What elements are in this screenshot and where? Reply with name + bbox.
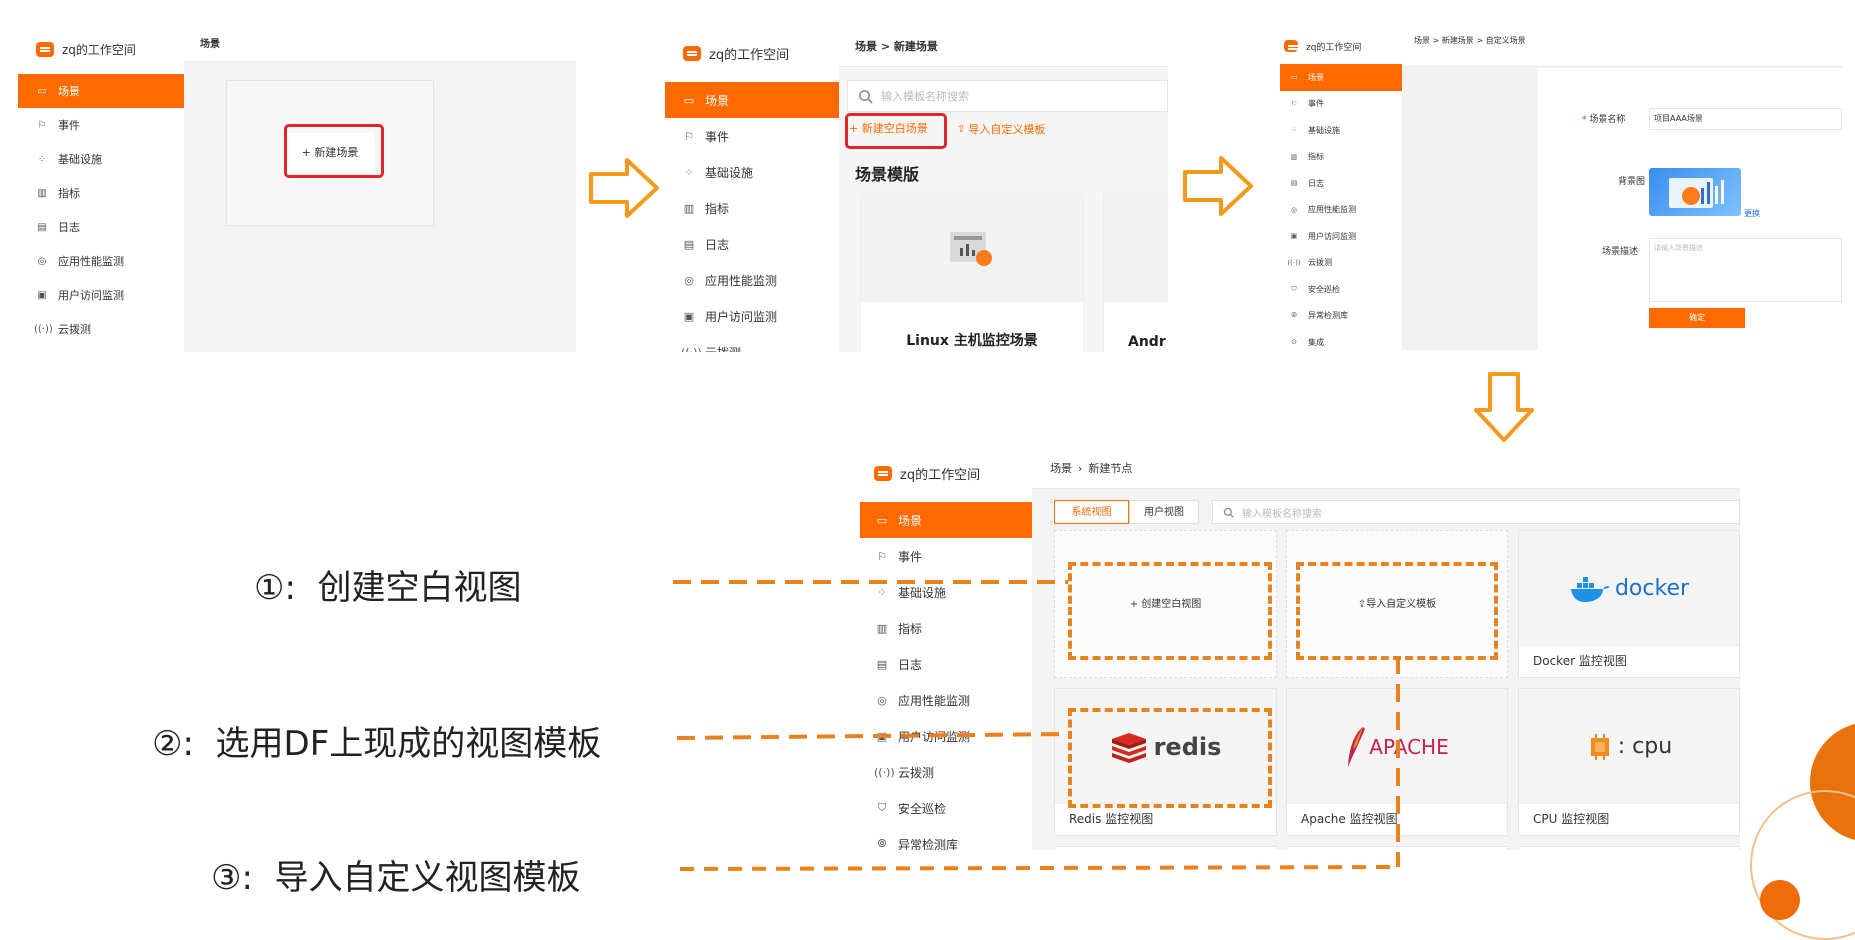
step-3-label: ③: 导入自定义视图模板: [211, 858, 581, 898]
step-1-label: ①: 创建空白视图: [254, 568, 522, 608]
decorative-orange-dot: [1760, 880, 1800, 920]
step-2-label: ②: 选用DF上现成的视图模板: [152, 724, 602, 764]
connector-lines: [673, 580, 1400, 871]
